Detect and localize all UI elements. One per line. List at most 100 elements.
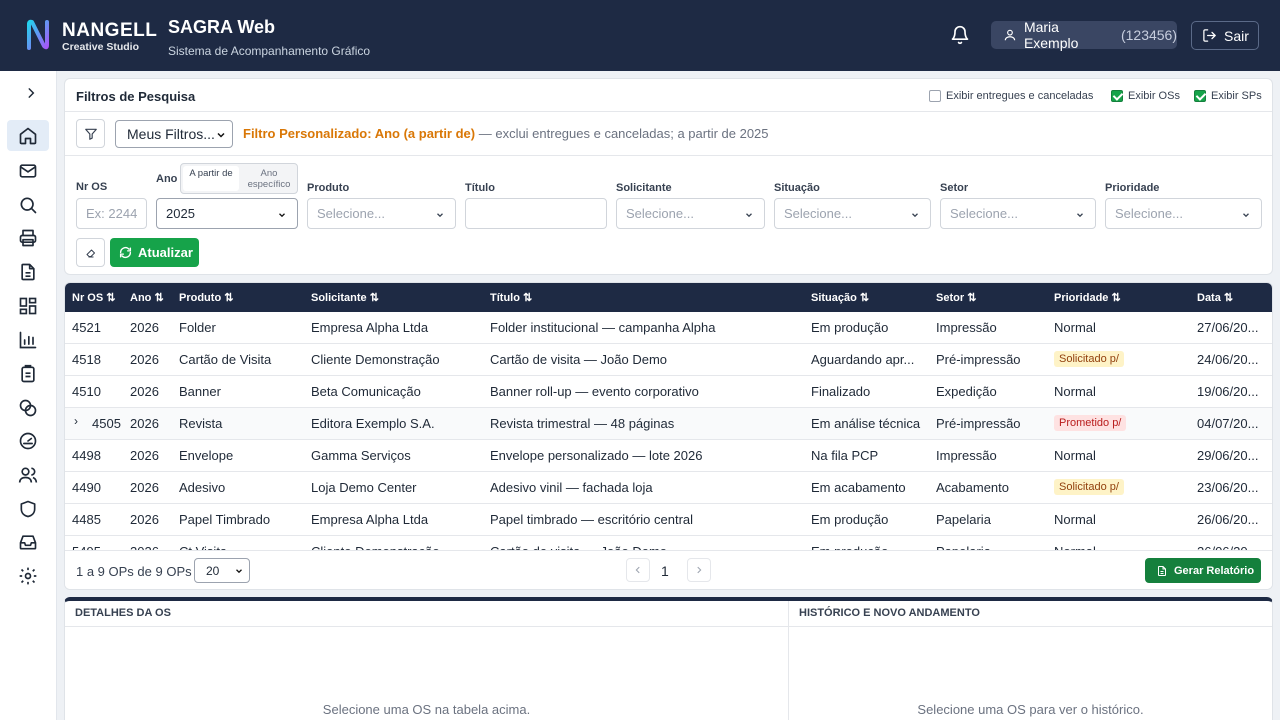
show-sp-checkbox[interactable]: Exibir SPs xyxy=(1194,90,1262,102)
coins-icon[interactable] xyxy=(18,398,38,418)
cell-ano: 2026 xyxy=(130,320,159,335)
printer-icon[interactable] xyxy=(18,228,38,248)
sort-icon: ⇅ xyxy=(523,292,533,304)
cell-data: 27/06/20... xyxy=(1197,320,1259,335)
checkbox-box[interactable] xyxy=(929,90,941,102)
page-size-select[interactable]: 20 xyxy=(194,558,250,583)
cell-produto: Revista xyxy=(179,416,223,431)
show-delivered-checkbox[interactable]: Exibir entregues e canceladas xyxy=(929,90,1093,102)
solicitante-label: Solicitante xyxy=(616,182,672,194)
column-header-solicitante[interactable]: Solicitante ⇅ xyxy=(311,291,379,304)
column-header-titulo[interactable]: Título ⇅ xyxy=(490,291,532,304)
users-icon[interactable] xyxy=(18,465,38,485)
filter-panel: Filtros de Pesquisa Exibir entregues e c… xyxy=(64,78,1273,275)
cell-produto: Envelope xyxy=(179,448,234,463)
cell-titulo: Adesivo vinil — fachada loja xyxy=(490,480,653,495)
logout-button[interactable]: Sair xyxy=(1191,21,1259,50)
table-row[interactable]: 4485 2026 Papel Timbrado Empresa Alpha Ltda… xyxy=(65,504,1272,536)
checkbox-box[interactable] xyxy=(1111,90,1123,102)
clear-filters-button[interactable] xyxy=(76,238,105,267)
column-header-produto[interactable]: Produto ⇅ xyxy=(179,291,233,304)
cell-situacao: Em produção xyxy=(811,320,889,335)
checkbox-box[interactable] xyxy=(1194,90,1206,102)
filter-panel-title: Filtros de Pesquisa xyxy=(76,89,196,104)
year-mode-toggle[interactable]: A partir de Ano específico xyxy=(180,163,298,194)
report-icon xyxy=(1158,565,1166,576)
chart-icon[interactable] xyxy=(18,330,38,350)
year-mode-from[interactable]: A partir de xyxy=(183,166,239,191)
setor-select[interactable]: Selecione... xyxy=(940,198,1096,229)
history-empty-message: Selecione uma OS para ver o histórico. xyxy=(917,702,1144,717)
cell-solicitante: Editora Exemplo S.A. xyxy=(311,416,435,431)
table-row[interactable]: 54952026Ct VisitaCliente DemonstraçãoCar… xyxy=(65,536,1272,550)
filter-button[interactable] xyxy=(76,119,105,148)
year-mode-specific[interactable]: Ano específico xyxy=(241,164,297,193)
table-row[interactable]: 4490 2026 Adesivo Loja Demo Center Adesivo v… xyxy=(65,472,1272,504)
expand-row-chevron-icon[interactable]: › xyxy=(74,414,78,428)
generate-report-button[interactable]: Gerar Relatório xyxy=(1145,558,1261,583)
document-icon[interactable] xyxy=(18,262,38,282)
search-icon[interactable] xyxy=(18,195,38,215)
produto-select[interactable]: Selecione... xyxy=(307,198,456,229)
cell-prioridade: Normal xyxy=(1054,512,1096,527)
chevron-down-icon xyxy=(236,569,242,574)
cell-situacao: Finalizado xyxy=(811,384,871,399)
refresh-icon xyxy=(119,247,132,258)
mail-icon[interactable] xyxy=(18,161,38,181)
refresh-button[interactable]: Atualizar xyxy=(110,238,199,267)
my-filters-select[interactable]: Meus Filtros... xyxy=(115,120,233,148)
shield-icon[interactable] xyxy=(18,499,38,519)
user-icon xyxy=(1004,29,1016,41)
nr-os-input[interactable]: Ex: 2244 xyxy=(76,198,147,229)
home-icon[interactable] xyxy=(18,126,38,146)
table-row[interactable]: 4498 2026 Envelope Gamma Serviços Envelope p… xyxy=(65,440,1272,472)
year-select[interactable]: 2025 xyxy=(156,198,298,229)
cell-ano: 2026 xyxy=(130,416,159,431)
column-header-prioridade[interactable]: Prioridade ⇅ xyxy=(1054,291,1121,304)
sidebar xyxy=(0,71,57,720)
previous-page-button[interactable] xyxy=(626,558,650,582)
situacao-select[interactable]: Selecione... xyxy=(774,198,931,229)
table-row[interactable]: 4521 2026 Folder Empresa Alpha Ltda Folder i… xyxy=(65,312,1272,344)
checkbox-label: Exibir OSs xyxy=(1128,90,1180,102)
details-panel: DETALHES DA OS Selecione uma OS na tabel… xyxy=(65,601,789,720)
table-row[interactable]: 4510 2026 Banner Beta Comunicação Banner rol… xyxy=(65,376,1272,408)
show-os-checkbox[interactable]: Exibir OSs xyxy=(1111,90,1180,102)
orders-table: Nr OS ⇅ Ano ⇅ Produto ⇅ Solicitante ⇅ Tí… xyxy=(64,282,1273,590)
cell-data: 23/06/20... xyxy=(1197,480,1259,495)
cell-titulo: Revista trimestral — 48 páginas xyxy=(490,416,675,431)
titulo-input[interactable] xyxy=(465,198,607,229)
table-header: Nr OS ⇅ Ano ⇅ Produto ⇅ Solicitante ⇅ Tí… xyxy=(65,283,1272,312)
table-row[interactable]: 4505 2026 Revista Editora Exemplo S.A. Revis… xyxy=(65,408,1272,440)
current-page[interactable]: 1 xyxy=(661,563,669,579)
chevron-down-icon xyxy=(912,213,918,218)
cell-ano: 2026 xyxy=(130,352,159,367)
column-header-ano[interactable]: Ano ⇅ xyxy=(130,291,164,304)
dashboard-icon[interactable] xyxy=(18,296,38,316)
app-title-block: SAGRA Web Sistema de Acompanhamento Gráf… xyxy=(168,17,370,58)
bell-icon[interactable] xyxy=(950,25,970,45)
column-header-setor[interactable]: Setor ⇅ xyxy=(936,291,976,304)
inbox-icon[interactable] xyxy=(18,532,38,552)
expand-sidebar-chevron-icon[interactable] xyxy=(24,83,38,103)
cell-ano: 2026 xyxy=(130,512,159,527)
column-header-data[interactable]: Data ⇅ xyxy=(1197,291,1233,304)
app-title: SAGRA Web xyxy=(168,17,276,37)
priority-badge: Solicitado p/ xyxy=(1054,479,1124,495)
next-page-button[interactable] xyxy=(687,558,711,582)
cell-situacao: Aguardando apr... xyxy=(811,352,915,367)
clipboard-icon[interactable] xyxy=(18,364,38,384)
cell-titulo: Papel timbrado — escritório central xyxy=(490,512,694,527)
solicitante-select[interactable]: Selecione... xyxy=(616,198,765,229)
gear-icon[interactable] xyxy=(18,566,38,586)
ano-label: Ano xyxy=(156,173,178,185)
cell-produto: Folder xyxy=(179,320,216,335)
column-header-situacao[interactable]: Situação ⇅ xyxy=(811,291,869,304)
user-menu-button[interactable]: Maria Exemplo (123456) xyxy=(991,19,1177,51)
produto-placeholder: Selecione... xyxy=(317,206,385,221)
cell-titulo: Cartão de visita — João Demo xyxy=(490,352,668,367)
column-header-nr-os[interactable]: Nr OS ⇅ xyxy=(72,291,115,304)
prioridade-select[interactable]: Selecione... xyxy=(1105,198,1262,229)
gauge-icon[interactable] xyxy=(18,431,38,451)
table-row[interactable]: 4518 2026 Cartão de Visita Cliente Demonstr… xyxy=(65,344,1272,376)
